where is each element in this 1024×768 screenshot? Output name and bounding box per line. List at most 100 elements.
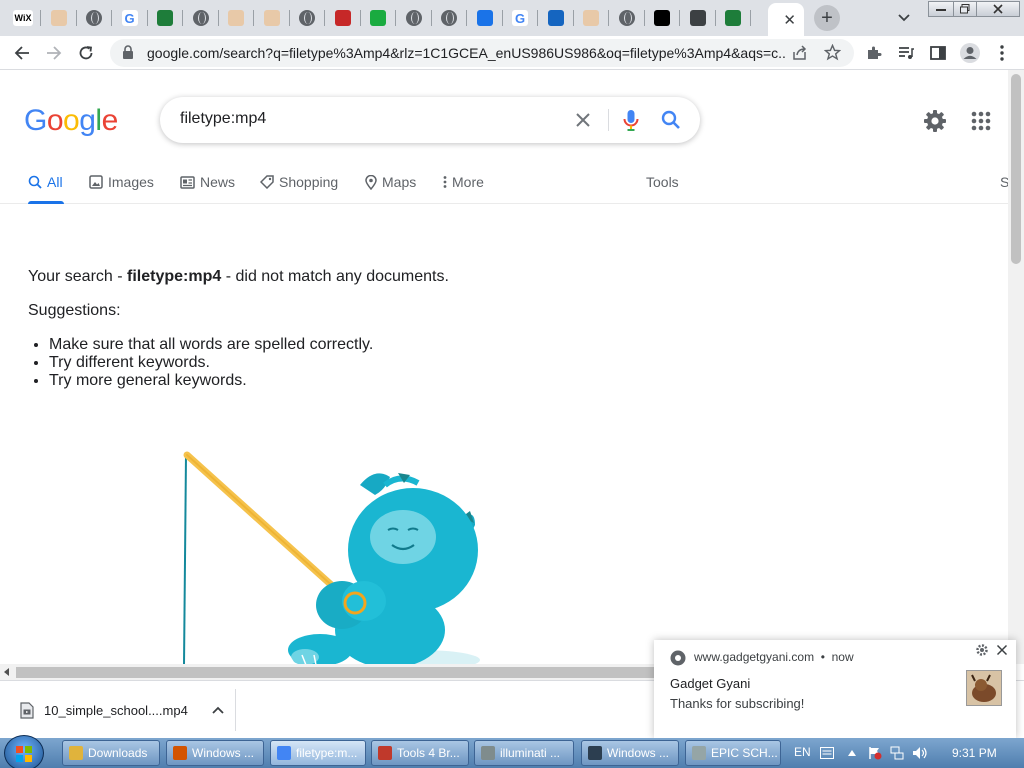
google-logo[interactable]: Google <box>24 104 118 138</box>
browser-tab[interactable] <box>186 4 216 32</box>
new-tab-button[interactable]: + <box>814 5 840 31</box>
browser-tab[interactable] <box>647 4 677 32</box>
google-apps-button[interactable] <box>968 108 994 134</box>
search-input[interactable] <box>180 110 560 128</box>
address-bar[interactable]: google.com/search?q=filetype%3Amp4&rlz=1… <box>110 39 854 67</box>
profile-button[interactable] <box>958 41 982 65</box>
close-tab-icon[interactable]: ✕ <box>783 11 796 29</box>
tools-label: Tools <box>646 174 679 190</box>
tab-all[interactable]: All <box>28 171 63 193</box>
vertical-scroll-thumb[interactable] <box>1011 74 1021 264</box>
url-text[interactable]: google.com/search?q=filetype%3Amp4&rlz=1… <box>147 45 787 61</box>
tray-expand-icon[interactable] <box>848 750 856 756</box>
browser-tab[interactable] <box>221 4 251 32</box>
share-icon[interactable] <box>792 45 808 61</box>
tab-images[interactable]: Images <box>89 171 154 193</box>
flag-alert-icon[interactable] <box>868 746 882 760</box>
arrow-right-icon <box>47 46 62 60</box>
close-icon[interactable] <box>996 644 1008 656</box>
browser-tab[interactable] <box>576 4 606 32</box>
browser-tab[interactable] <box>470 4 500 32</box>
windows-taskbar: Downloads Windows ... filetype:m... Tools 4… <box>0 735 1024 768</box>
horizontal-scroll-thumb[interactable] <box>16 667 654 678</box>
tab-more[interactable]: More <box>443 171 484 193</box>
tab-separator <box>537 10 538 26</box>
start-button[interactable] <box>4 735 44 768</box>
browser-tab[interactable] <box>612 4 642 32</box>
extensions-button[interactable] <box>862 41 886 65</box>
minimize-window-button[interactable] <box>928 1 954 17</box>
browser-tab[interactable] <box>257 4 287 32</box>
browser-tab[interactable]: G <box>505 4 535 32</box>
arrow-left-icon <box>14 46 29 60</box>
tab-news[interactable]: News <box>180 171 235 193</box>
browser-tab[interactable] <box>79 4 109 32</box>
media-control-button[interactable] <box>894 41 918 65</box>
search-box[interactable] <box>160 97 700 143</box>
download-item[interactable]: 10_simple_school....mp4 <box>12 689 236 731</box>
back-button[interactable] <box>10 41 34 65</box>
browser-tab[interactable]: G <box>115 4 145 32</box>
browser-tab[interactable] <box>44 4 74 32</box>
search-button[interactable] <box>658 107 684 133</box>
browser-tab[interactable]: WiX <box>8 4 38 32</box>
taskbar-clock[interactable]: 9:31 PM <box>952 746 997 760</box>
clear-search-button[interactable] <box>570 107 596 133</box>
tools-button[interactable]: Tools <box>646 171 679 193</box>
lock-icon[interactable] <box>122 45 134 59</box>
scroll-left-icon[interactable] <box>4 668 10 676</box>
chevron-up-icon[interactable] <box>212 706 224 714</box>
language-indicator[interactable]: EN <box>794 745 811 759</box>
forward-button[interactable] <box>42 41 66 65</box>
browser-tab[interactable] <box>434 4 464 32</box>
taskbar-item[interactable]: filetype:m... <box>270 740 366 766</box>
voice-search-button[interactable] <box>618 107 644 133</box>
browser-tab[interactable] <box>328 4 358 32</box>
tab-search-button[interactable] <box>894 8 914 28</box>
taskbar-item-label: Windows ... <box>607 746 670 760</box>
keyboard-icon[interactable] <box>820 747 834 759</box>
browser-tab[interactable] <box>363 4 393 32</box>
tab-separator <box>359 10 361 26</box>
side-panel-button[interactable] <box>926 41 950 65</box>
taskbar-item[interactable]: Windows ... <box>581 740 679 766</box>
gear-icon[interactable] <box>976 644 988 656</box>
taskbar-item[interactable]: Windows ... <box>166 740 264 766</box>
reload-button[interactable] <box>74 41 98 65</box>
settings-button[interactable] <box>922 108 948 134</box>
yak-avatar-icon <box>967 671 1001 705</box>
browser-menu-button[interactable] <box>990 41 1014 65</box>
close-icon <box>993 4 1003 14</box>
volume-icon[interactable] <box>912 746 928 760</box>
close-window-button[interactable] <box>976 1 1020 17</box>
browser-tab[interactable] <box>399 4 429 32</box>
horizontal-scrollbar[interactable] <box>0 664 654 680</box>
browser-tab[interactable] <box>541 4 571 32</box>
push-notification[interactable]: www.gadgetgyani.com • now Gadget Gyani T… <box>654 640 1016 738</box>
map-pin-icon <box>365 174 377 190</box>
browser-tab[interactable] <box>683 4 713 32</box>
download-file-name: 10_simple_school....mp4 <box>44 702 188 718</box>
taskbar-item[interactable]: Downloads <box>62 740 160 766</box>
suggestions-list: Make sure that all words are spelled cor… <box>49 336 373 390</box>
vertical-scrollbar[interactable] <box>1008 70 1024 664</box>
taskbar-item[interactable]: EPIC SCH... <box>685 740 781 766</box>
tab-separator <box>430 10 432 26</box>
browser-tab[interactable] <box>292 4 322 32</box>
tab-maps[interactable]: Maps <box>365 171 416 193</box>
taskbar-item[interactable]: Tools 4 Br... <box>371 740 469 766</box>
tab-separator <box>466 10 467 26</box>
taskbar-item[interactable]: illuminati ... <box>474 740 574 766</box>
restore-window-button[interactable] <box>953 1 977 17</box>
close-icon <box>576 113 590 127</box>
active-tab[interactable]: ✕ <box>768 3 804 36</box>
restore-icon <box>960 4 970 14</box>
taskbar-app-icon <box>588 746 602 760</box>
browser-tab[interactable] <box>718 4 748 32</box>
tab-shopping[interactable]: Shopping <box>260 171 338 193</box>
network-icon[interactable] <box>890 746 904 760</box>
image-icon <box>50 10 67 26</box>
tab-separator <box>217 10 219 26</box>
bookmark-star-icon[interactable] <box>824 44 841 61</box>
browser-tab[interactable] <box>150 4 180 32</box>
